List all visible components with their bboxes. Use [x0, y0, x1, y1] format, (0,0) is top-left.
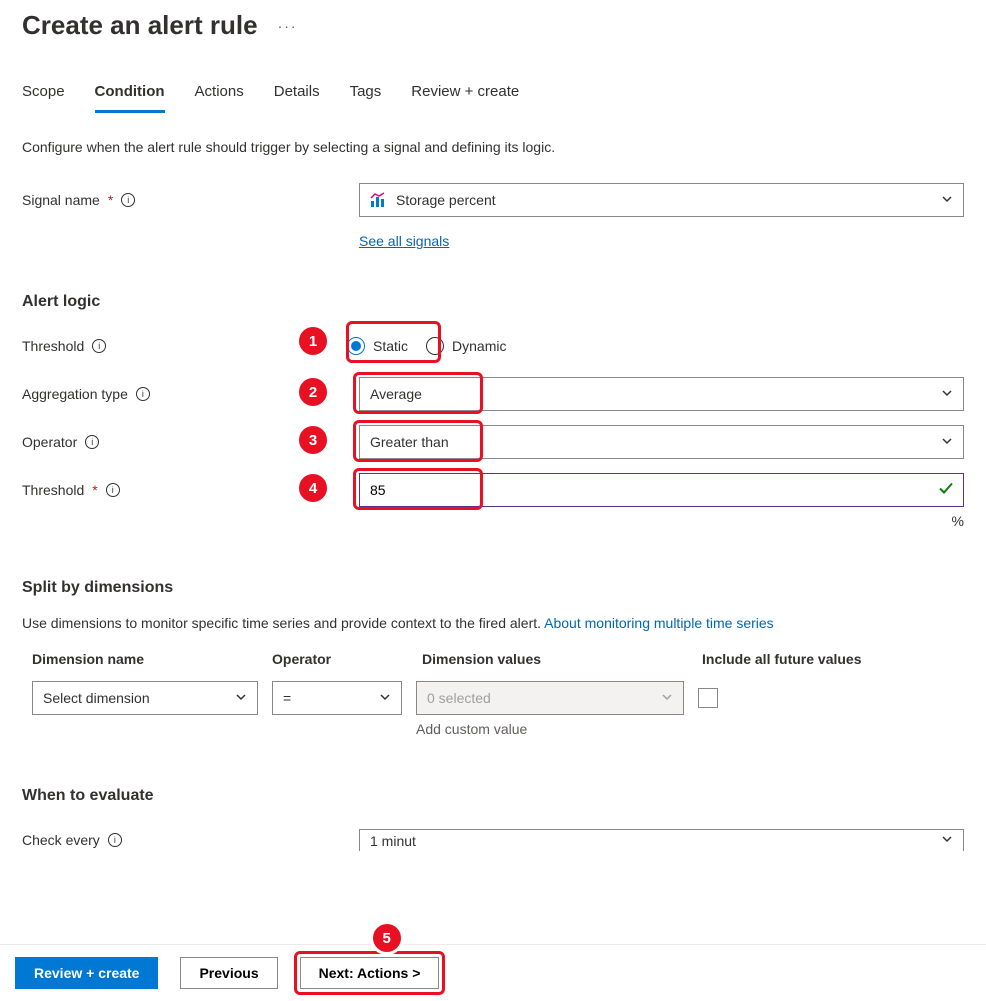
more-icon[interactable]: ···	[278, 18, 298, 34]
check-icon	[938, 481, 954, 500]
tab-condition[interactable]: Condition	[95, 77, 165, 113]
alert-logic-heading: Alert logic	[22, 293, 964, 311]
operator-select[interactable]: Greater than	[359, 425, 964, 459]
threshold-value-input[interactable]	[359, 473, 964, 507]
dimension-row: Select dimension = 0 selected Add custom…	[22, 681, 964, 737]
chevron-down-icon	[941, 193, 953, 208]
wizard-footer: Review + create Previous Next: Actions >…	[0, 944, 986, 1001]
chevron-down-icon	[235, 690, 247, 706]
metric-icon	[370, 192, 386, 208]
dimension-values-select[interactable]: 0 selected	[416, 681, 684, 715]
required-star: *	[108, 192, 113, 208]
chevron-down-icon	[941, 833, 953, 848]
page-title: Create an alert rule	[22, 10, 258, 41]
tab-details[interactable]: Details	[274, 77, 320, 113]
threshold-static-radio[interactable]: Static	[347, 337, 408, 355]
threshold-value-label: Threshold	[22, 482, 84, 498]
split-description: Use dimensions to monitor specific time …	[22, 615, 964, 631]
chevron-down-icon	[941, 387, 953, 402]
include-future-checkbox[interactable]	[698, 688, 718, 708]
check-every-label: Check every	[22, 832, 100, 848]
required-star: *	[92, 482, 97, 498]
col-include-future: Include all future values	[702, 651, 954, 667]
threshold-static-label: Static	[373, 338, 408, 354]
col-operator: Operator	[272, 651, 422, 667]
previous-button[interactable]: Previous	[180, 957, 277, 989]
check-every-select[interactable]: 1 minut	[359, 829, 964, 851]
aggregation-select[interactable]: Average	[359, 377, 964, 411]
dimension-operator-select[interactable]: =	[272, 681, 402, 715]
tab-scope[interactable]: Scope	[22, 77, 65, 113]
dimension-name-select[interactable]: Select dimension	[32, 681, 258, 715]
callout-2: 2	[296, 375, 330, 409]
aggregation-label: Aggregation type	[22, 386, 128, 402]
info-icon[interactable]: i	[92, 339, 106, 353]
callout-3: 3	[296, 423, 330, 457]
signal-name-select[interactable]: Storage percent	[359, 183, 964, 217]
col-dimension-name: Dimension name	[32, 651, 272, 667]
about-monitoring-link[interactable]: About monitoring multiple time series	[544, 615, 774, 631]
callout-1: 1	[296, 324, 330, 358]
dim-name-placeholder: Select dimension	[43, 690, 150, 706]
see-all-signals-link[interactable]: See all signals	[359, 233, 449, 249]
signal-name-label: Signal name	[22, 192, 100, 208]
check-every-value: 1 minut	[370, 833, 416, 849]
callout-5: 5	[370, 921, 404, 955]
split-heading: Split by dimensions	[22, 579, 964, 597]
info-icon[interactable]: i	[106, 483, 120, 497]
tabs: Scope Condition Actions Details Tags Rev…	[22, 77, 964, 113]
chevron-down-icon	[941, 435, 953, 450]
tab-description: Configure when the alert rule should tri…	[22, 139, 964, 155]
add-custom-value[interactable]: Add custom value	[416, 721, 684, 737]
dim-operator-value: =	[283, 690, 291, 706]
signal-name-value: Storage percent	[396, 192, 496, 208]
operator-label: Operator	[22, 434, 77, 450]
threshold-dynamic-label: Dynamic	[452, 338, 506, 354]
aggregation-value: Average	[370, 386, 422, 402]
col-dimension-values: Dimension values	[422, 651, 702, 667]
info-icon[interactable]: i	[136, 387, 150, 401]
review-create-button[interactable]: Review + create	[15, 957, 158, 989]
threshold-unit: %	[22, 513, 964, 529]
callout-4: 4	[296, 471, 330, 505]
info-icon[interactable]: i	[85, 435, 99, 449]
next-actions-button[interactable]: Next: Actions >	[300, 957, 440, 989]
info-icon[interactable]: i	[121, 193, 135, 207]
dimension-table-header: Dimension name Operator Dimension values…	[22, 651, 964, 681]
threshold-label: Threshold	[22, 338, 84, 354]
operator-value: Greater than	[370, 434, 449, 450]
tab-review[interactable]: Review + create	[411, 77, 519, 113]
info-icon[interactable]: i	[108, 833, 122, 847]
tab-actions[interactable]: Actions	[195, 77, 244, 113]
evaluate-heading: When to evaluate	[22, 787, 964, 805]
chevron-down-icon	[661, 690, 673, 706]
threshold-dynamic-radio[interactable]: Dynamic	[426, 337, 506, 355]
dim-values-placeholder: 0 selected	[427, 690, 491, 706]
tab-tags[interactable]: Tags	[350, 77, 382, 113]
chevron-down-icon	[379, 690, 391, 706]
